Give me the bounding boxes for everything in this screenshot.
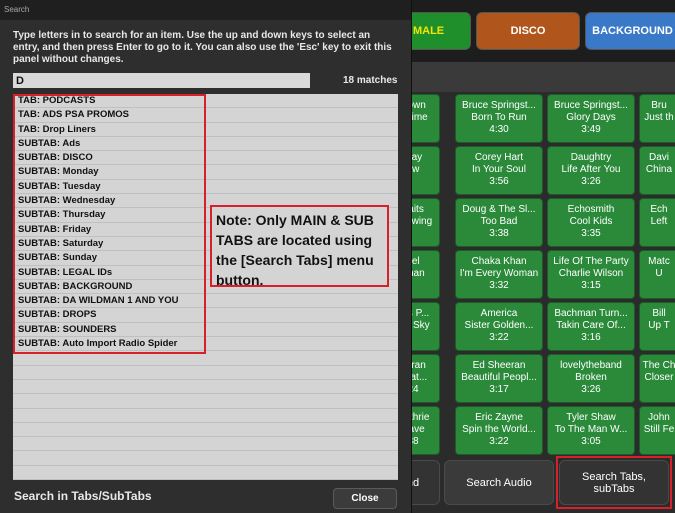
dialog-title: Search [4,5,30,14]
result-row [13,366,398,380]
cart-pad[interactable]: Eric Zayne Spin the World... 3:22 [455,406,543,455]
tab-background[interactable]: BACKGROUND [585,12,675,50]
cart-pad[interactable]: America Sister Golden... 3:22 [455,302,543,351]
search-input[interactable] [13,73,310,88]
cart-pad[interactable]: Matc U [639,250,675,299]
note-callout: Note: Only MAIN & SUB TABS are located u… [210,205,389,288]
cart-pad[interactable]: Ech Left [639,198,675,247]
tab-disco[interactable]: DISCO [476,12,580,50]
close-button[interactable]: Close [333,488,397,509]
cart-pad[interactable]: lovelytheband Broken 3:26 [547,354,635,403]
cart-pad[interactable]: Chaka Khan I'm Every Woman 3:32 [455,250,543,299]
result-row [13,451,398,466]
cart-pad[interactable]: Bill Up T [639,302,675,351]
search-tabs-highlight [556,456,672,509]
cart-pad[interactable]: Bru Just th [639,94,675,143]
cart-pad[interactable]: John Still Fe [639,406,675,455]
search-audio-button[interactable]: Search Audio [444,460,554,505]
cart-pad[interactable]: The Ch Closer [639,354,675,403]
cart-pad[interactable]: Life Of The Party Charlie Wilson 3:15 [547,250,635,299]
result-row [13,423,398,438]
instructions-text: Type letters in to search for an item. U… [13,30,392,65]
cart-pad[interactable]: Doug & The Sl... Too Bad 3:38 [455,198,543,247]
cart-pad[interactable]: Ed Sheeran Beautiful Peopl... 3:17 [455,354,543,403]
results-highlight [13,94,206,354]
cart-pad[interactable]: Bruce Springst... Born To Run 4:30 [455,94,543,143]
search-dialog: Search Type letters in to search for an … [0,0,412,513]
cart-pad[interactable]: Bruce Springst... Glory Days 3:49 [547,94,635,143]
cart-pad[interactable]: Tyler Shaw To The Man W... 3:05 [547,406,635,455]
dialog-footer-title: Search in Tabs/SubTabs [14,489,152,503]
result-row [13,394,398,409]
result-row [13,466,398,481]
cart-pad[interactable]: Daughtry Life After You 3:26 [547,146,635,195]
cart-pad[interactable]: Corey Hart In Your Soul 3:56 [455,146,543,195]
cart-pad[interactable]: Davi China [639,146,675,195]
result-row [13,380,398,395]
dialog-titlebar[interactable]: Search [0,0,411,20]
cart-pad[interactable]: Echosmith Cool Kids 3:35 [547,198,635,247]
match-count: 18 matches [343,75,398,86]
result-row [13,437,398,452]
result-row [13,409,398,423]
cart-pad[interactable]: Bachman Turn... Takin Care Of... 3:16 [547,302,635,351]
